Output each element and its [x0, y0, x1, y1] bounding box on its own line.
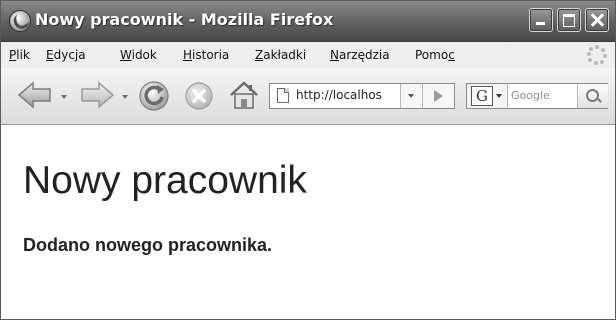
menu-item-edycja[interactable]: Edycja — [46, 48, 86, 62]
back-arrow-icon[interactable] — [17, 80, 53, 110]
reload-icon[interactable] — [138, 80, 170, 112]
google-icon: G — [471, 86, 493, 106]
search-input[interactable]: Google — [511, 89, 573, 105]
search-engine-selector[interactable]: G — [467, 84, 508, 108]
menu-label: Zakładki — [255, 48, 307, 62]
url-bar[interactable]: http://localhos — [269, 83, 455, 109]
firefox-icon — [9, 10, 31, 32]
home-icon[interactable] — [228, 79, 260, 111]
browser-window: Nowy pracownik - Mozilla Firefox Plik Ed… — [0, 0, 616, 320]
minimize-button[interactable] — [529, 8, 553, 32]
throbber-icon — [587, 45, 607, 65]
menu-item-widok[interactable]: Widok — [120, 48, 157, 62]
search-bar[interactable]: G Google — [466, 83, 608, 109]
menu-label: Widok — [120, 48, 157, 62]
go-button[interactable] — [422, 84, 454, 108]
back-history-dropdown[interactable] — [61, 95, 67, 99]
search-icon[interactable] — [577, 84, 608, 108]
menu-label: Plik — [9, 48, 30, 62]
menu-label: Narzędzia — [330, 48, 390, 62]
maximize-button[interactable] — [557, 8, 581, 32]
page-content: Nowy pracownik Dodano nowego pracownika. — [1, 125, 615, 319]
menu-label: Edycja — [46, 48, 86, 62]
url-text[interactable]: http://localhos — [296, 88, 396, 104]
menu-item-zakladki[interactable]: Zakładki — [255, 48, 306, 62]
close-button[interactable] — [585, 8, 609, 32]
title-bar[interactable]: Nowy pracownik - Mozilla Firefox — [1, 1, 615, 42]
stop-icon[interactable] — [184, 81, 214, 111]
chevron-down-icon — [496, 94, 502, 98]
menu-label: Historia — [183, 48, 230, 62]
page-icon — [277, 88, 289, 103]
window-title: Nowy pracownik - Mozilla Firefox — [35, 10, 334, 29]
menu-item-narzedzia[interactable]: Narzędzia — [330, 48, 390, 62]
page-title: Nowy pracownik — [23, 159, 307, 202]
menu-label: Pomoc — [415, 48, 455, 62]
menu-item-historia[interactable]: Historia — [183, 48, 229, 62]
url-history-dropdown[interactable] — [400, 84, 421, 108]
menu-bar: Plik Edycja Widok Historia Zakładki Narz… — [1, 42, 615, 68]
navigation-toolbar: http://localhos G Google — [1, 68, 615, 125]
menu-item-plik[interactable]: Plik — [9, 48, 30, 62]
forward-history-dropdown[interactable] — [122, 95, 128, 99]
menu-item-pomoc[interactable]: Pomoc — [415, 48, 455, 62]
status-message: Dodano nowego pracownika. — [23, 235, 273, 255]
forward-arrow-icon[interactable] — [79, 80, 115, 110]
